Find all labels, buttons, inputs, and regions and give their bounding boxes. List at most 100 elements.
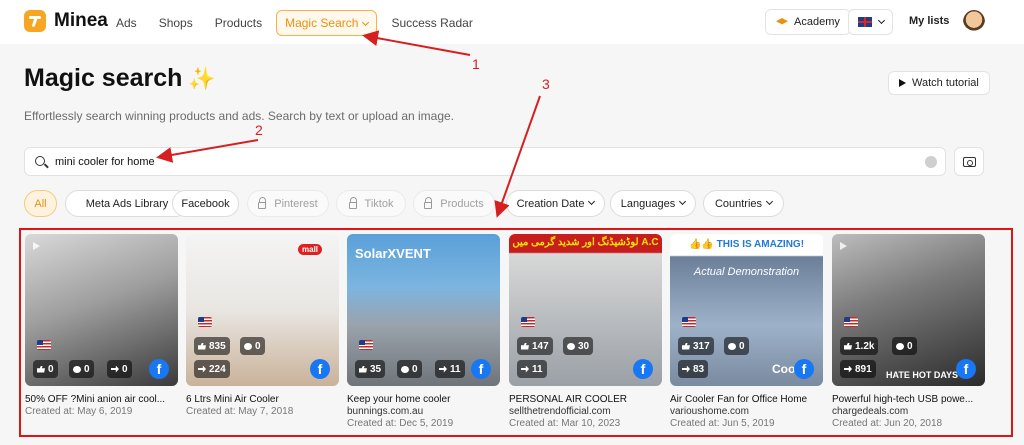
filter-meta-ads-library[interactable]: Meta Ads Library xyxy=(65,190,189,217)
ad-banner-text: 👍👍 THIS IS AMAZING! xyxy=(688,239,805,250)
filter-facebook[interactable]: Facebook xyxy=(172,190,239,217)
nav-shops[interactable]: Shops xyxy=(151,10,201,36)
filter-all[interactable]: All xyxy=(24,190,57,217)
academy-button[interactable]: Academy xyxy=(765,9,851,35)
minea-logo[interactable]: Minea xyxy=(24,10,108,32)
card-title[interactable]: 50% OFF ?Mini anion air cool... xyxy=(25,394,178,405)
ad-overlay-text: HATE HOT DAYS xyxy=(886,370,959,380)
comments-badge: 0 xyxy=(397,360,422,378)
card-domain[interactable]: chargedeals.com xyxy=(832,406,985,417)
us-flag-icon xyxy=(37,340,51,350)
ad-thumbnail[interactable]: SolarXVENT 35 0 11 f xyxy=(347,234,500,386)
ad-banner-text: لوڈشیڈنگ اور شدید گرمی میں A.C xyxy=(512,237,659,248)
facebook-icon: f xyxy=(471,359,491,379)
ad-thumbnail[interactable]: 0 0 0 f xyxy=(25,234,178,386)
annotation-step-3: 3 xyxy=(542,76,550,92)
comment-icon xyxy=(567,342,575,350)
card-created-date: Created at: Jun 5, 2019 xyxy=(670,418,775,429)
result-card[interactable]: mall 835 0 224 f 6 Ltrs Mini Air Cooler … xyxy=(186,234,339,417)
language-selector[interactable] xyxy=(848,9,893,35)
annotation-step-1: 1 xyxy=(472,56,480,72)
filter-products[interactable]: Products xyxy=(413,190,495,217)
filter-languages[interactable]: Languages xyxy=(610,190,696,217)
card-created-date: Created at: Mar 10, 2023 xyxy=(509,418,621,429)
comment-icon xyxy=(244,342,252,350)
comments-count: 0 xyxy=(84,363,90,375)
likes-badge: 1.2k xyxy=(840,337,879,355)
filter-countries[interactable]: Countries xyxy=(703,190,784,217)
brand-tag: SolarXVENT xyxy=(355,246,431,261)
card-title[interactable]: Keep your home cooler xyxy=(347,394,500,405)
comments-badge: 0 xyxy=(892,337,917,355)
watch-tutorial-button[interactable]: Watch tutorial xyxy=(888,71,990,95)
image-search-button[interactable] xyxy=(954,147,984,176)
ad-thumbnail[interactable]: 👍👍 THIS IS AMAZING! Actual Demonstration… xyxy=(670,234,823,386)
search-bar xyxy=(24,147,946,176)
logo-text: Minea xyxy=(54,10,108,31)
user-avatar[interactable] xyxy=(963,10,985,34)
lock-icon xyxy=(258,197,267,209)
comments-count: 0 xyxy=(255,340,261,352)
card-domain[interactable]: bunnings.com.au xyxy=(347,406,500,417)
facebook-icon: f xyxy=(149,359,169,379)
ad-thumbnail[interactable]: 1.2k 0 891 HATE HOT DAYS f xyxy=(832,234,985,386)
video-play-icon xyxy=(840,242,847,250)
my-lists-link[interactable]: My lists xyxy=(909,15,949,27)
likes-badge: 35 xyxy=(355,360,386,378)
shares-count: 224 xyxy=(209,363,226,375)
card-title[interactable]: 6 Ltrs Mini Air Cooler xyxy=(186,394,339,405)
filter-tiktok[interactable]: Tiktok xyxy=(336,190,406,217)
card-domain[interactable]: sellthetrendofficial.com xyxy=(509,406,662,417)
graduation-cap-icon xyxy=(776,18,788,25)
facebook-icon: f xyxy=(956,359,976,379)
ad-subbanner-text: Actual Demonstration xyxy=(693,266,800,278)
share-icon xyxy=(682,365,690,373)
shares-count: 83 xyxy=(693,363,705,375)
thumbs-up-icon xyxy=(682,342,690,350)
comments-badge: 0 xyxy=(69,360,94,378)
chevron-down-icon xyxy=(679,197,687,206)
filter-creation-date[interactable]: Creation Date xyxy=(506,190,605,217)
card-title[interactable]: Powerful high-tech USB powe... xyxy=(832,394,985,405)
thumbs-up-icon xyxy=(359,365,367,373)
filter-countries-label: Countries xyxy=(714,197,763,210)
filter-languages-label: Languages xyxy=(620,197,676,210)
shares-badge: 83 xyxy=(678,360,709,378)
play-icon xyxy=(899,79,906,87)
likes-count: 1.2k xyxy=(855,340,875,352)
ad-thumbnail[interactable]: mall 835 0 224 f xyxy=(186,234,339,386)
main-nav: Ads Shops Products Magic Search Success … xyxy=(108,10,481,36)
lock-icon xyxy=(424,197,433,209)
ad-thumbnail[interactable]: لوڈشیڈنگ اور شدید گرمی میں A.C 147 30 11… xyxy=(509,234,662,386)
facebook-icon: f xyxy=(794,359,814,379)
search-input[interactable] xyxy=(55,153,915,171)
nav-success-radar[interactable]: Success Radar xyxy=(383,10,480,36)
comment-icon xyxy=(401,365,409,373)
search-icon xyxy=(35,156,45,166)
shares-badge: 224 xyxy=(194,360,230,378)
thumbs-up-icon xyxy=(198,342,206,350)
us-flag-icon xyxy=(198,317,212,327)
comments-count: 0 xyxy=(907,340,913,352)
card-title[interactable]: PERSONAL AIR COOLER xyxy=(509,394,662,405)
result-card[interactable]: SolarXVENT 35 0 11 f Keep your home cool… xyxy=(347,234,500,429)
nav-ads[interactable]: Ads xyxy=(108,10,145,36)
result-card[interactable]: لوڈشیڈنگ اور شدید گرمی میں A.C 147 30 11… xyxy=(509,234,662,429)
facebook-icon: f xyxy=(310,359,330,379)
card-domain[interactable]: varioushome.com xyxy=(670,406,823,417)
result-card[interactable]: 👍👍 THIS IS AMAZING! Actual Demonstration… xyxy=(670,234,823,429)
result-card[interactable]: 0 0 0 f 50% OFF ?Mini anion air cool... … xyxy=(25,234,178,417)
card-created-date: Created at: Dec 5, 2019 xyxy=(347,418,454,429)
nav-magic-search[interactable]: Magic Search xyxy=(276,10,378,36)
result-card[interactable]: 1.2k 0 891 HATE HOT DAYS f Powerful high… xyxy=(832,234,985,429)
nav-products[interactable]: Products xyxy=(207,10,270,36)
clear-icon[interactable] xyxy=(925,156,937,168)
filter-pinterest[interactable]: Pinterest xyxy=(247,190,329,217)
camera-icon xyxy=(963,157,976,167)
card-created-date: Created at: Jun 20, 2018 xyxy=(832,418,943,429)
likes-badge: 0 xyxy=(33,360,58,378)
likes-badge: 147 xyxy=(517,337,553,355)
page-title: Magic search xyxy=(24,64,183,92)
card-title[interactable]: Air Cooler Fan for Office Home xyxy=(670,394,823,405)
comments-count: 0 xyxy=(412,363,418,375)
